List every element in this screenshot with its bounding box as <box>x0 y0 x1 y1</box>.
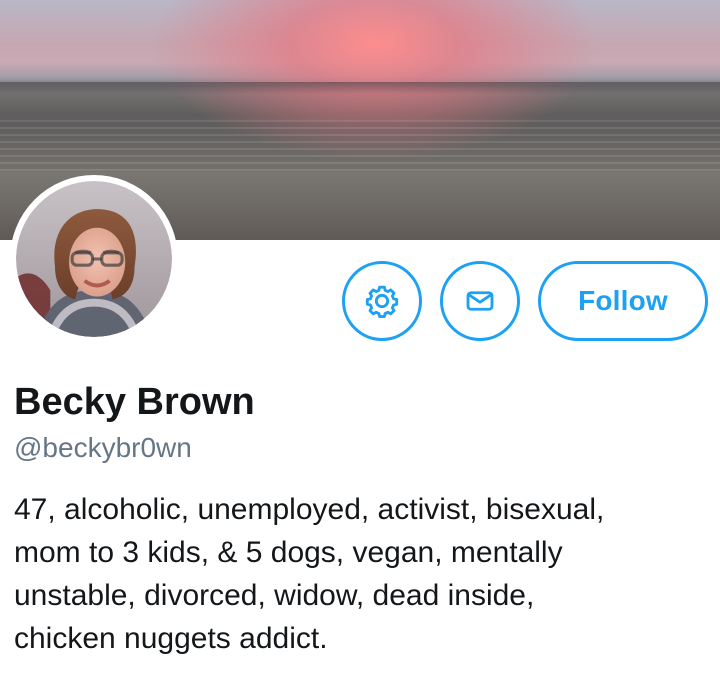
bio-line: mom to 3 kids, & 5 dogs, vegan, mentally <box>14 536 563 569</box>
gear-icon <box>364 283 400 319</box>
profile-bio: 47, alcoholic, unemployed, activist, bis… <box>14 488 714 660</box>
follow-label: Follow <box>578 285 668 316</box>
envelope-icon <box>462 283 498 319</box>
profile-name: Becky Brown <box>14 381 255 423</box>
profile-actions: Follow <box>342 260 708 342</box>
avatar[interactable] <box>10 175 178 343</box>
avatar-image <box>16 181 172 337</box>
bio-line: 47, alcoholic, unemployed, activist, bis… <box>14 493 605 526</box>
bio-line: chicken nuggets addict. <box>14 622 328 655</box>
bio-line: unstable, divorced, widow, dead inside, <box>14 579 535 612</box>
settings-button[interactable] <box>342 261 422 341</box>
message-button[interactable] <box>440 261 520 341</box>
follow-button[interactable]: Follow <box>538 261 708 341</box>
profile-handle[interactable]: @beckybr0wn <box>14 434 192 462</box>
